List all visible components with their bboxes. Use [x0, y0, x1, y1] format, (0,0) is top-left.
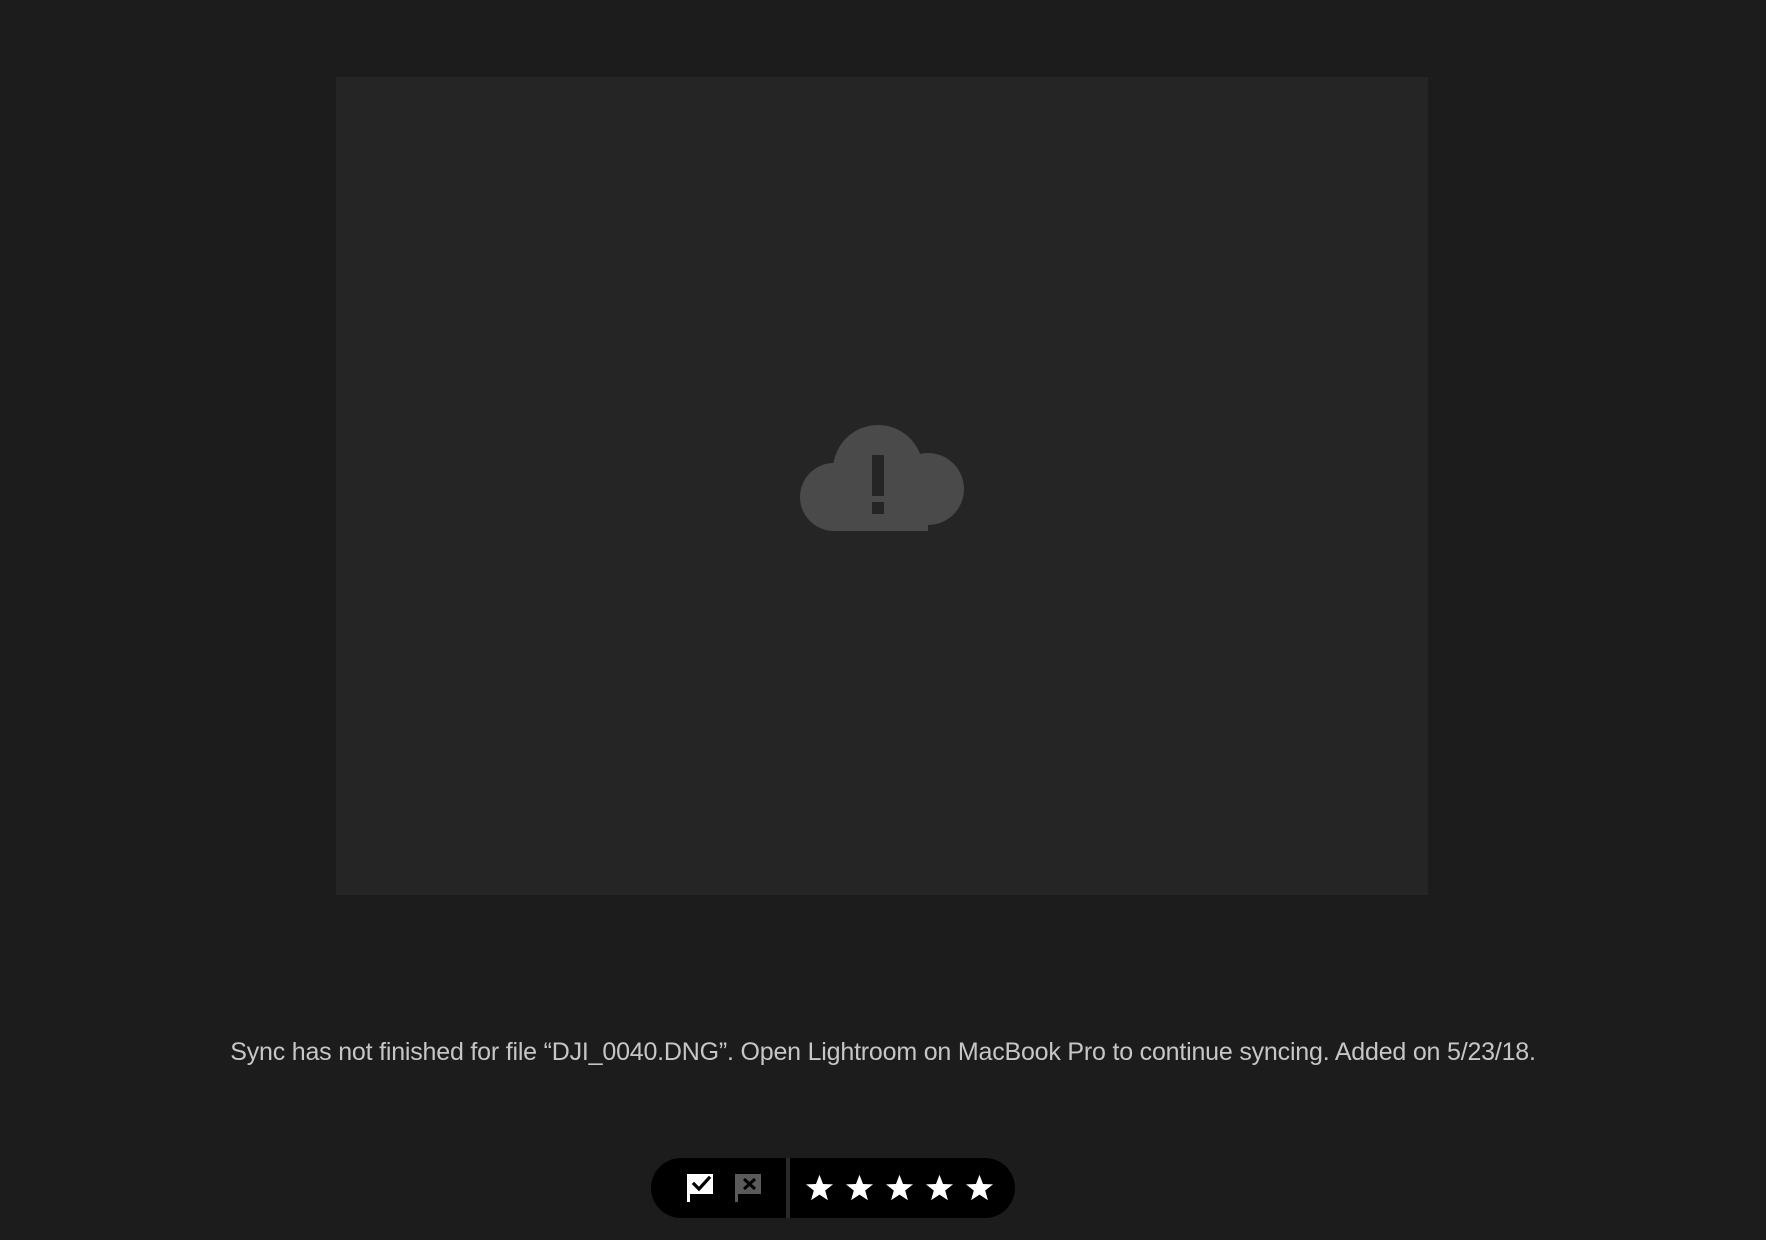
star-5-button[interactable] [965, 1174, 994, 1202]
star-2-button[interactable] [845, 1174, 874, 1202]
star-1-button[interactable] [805, 1174, 834, 1202]
star-3-button[interactable] [885, 1174, 914, 1202]
rating-toolbar [651, 1158, 1015, 1218]
star-icon [885, 1174, 914, 1202]
flag-group [651, 1158, 786, 1218]
reject-flag-button[interactable] [733, 1173, 763, 1203]
star-icon [805, 1174, 834, 1202]
star-icon [845, 1174, 874, 1202]
flag-pick-icon [685, 1173, 715, 1203]
cloud-alert-icon [800, 425, 964, 531]
star-icon [925, 1174, 954, 1202]
star-rating [790, 1158, 1015, 1218]
star-4-button[interactable] [925, 1174, 954, 1202]
flag-reject-icon [733, 1173, 763, 1203]
star-icon [965, 1174, 994, 1202]
pick-flag-button[interactable] [685, 1173, 715, 1203]
sync-status-message: Sync has not finished for file “DJI_0040… [230, 1038, 1536, 1066]
